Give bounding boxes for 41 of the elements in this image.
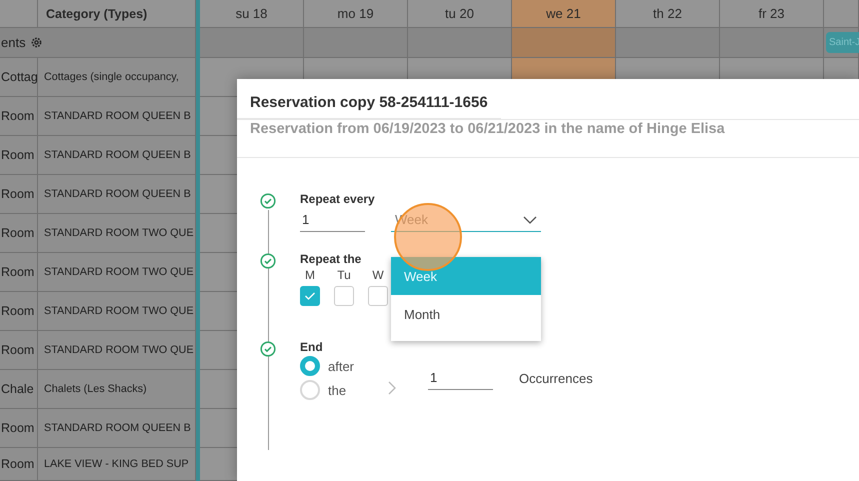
day-header: th 22 <box>616 0 720 28</box>
day-header: mo 19 <box>304 0 408 28</box>
column-header: Category (Types) <box>38 0 196 28</box>
table-cell: STANDARD ROOM QUEEN B <box>38 97 196 136</box>
step-label: End <box>300 340 324 354</box>
table-cell: STANDARD ROOM TWO QUE <box>38 292 196 331</box>
table-cell: STANDARD ROOM QUEEN B <box>38 175 196 214</box>
weekday-label: M <box>305 268 315 282</box>
radio-label: the <box>328 382 346 398</box>
day-header: tu 20 <box>408 0 512 28</box>
weekday-label: W <box>372 268 384 282</box>
table-cell: Cottages (single occupancy, <box>38 58 196 97</box>
day-header: su 18 <box>200 0 304 28</box>
day-header: we 21 <box>512 0 616 28</box>
step-label: Repeat the <box>300 252 362 266</box>
step-label: Repeat every <box>300 192 376 206</box>
table-cell: Room <box>0 214 38 253</box>
table-cell: Room <box>0 409 38 448</box>
table-cell: STANDARD ROOM QUEEN B <box>38 136 196 175</box>
day-header: fr 23 <box>720 0 824 28</box>
table-cell: Room <box>0 448 38 481</box>
table-cell: Room <box>0 97 38 136</box>
table-cell: Room <box>0 175 38 214</box>
table-cell: Room <box>0 292 38 331</box>
weekday-label: Tu <box>337 268 351 282</box>
table-cell: Chale <box>0 370 38 409</box>
table-cell: STANDARD ROOM TWO QUE <box>38 253 196 292</box>
group-label: ents <box>1 35 26 50</box>
table-cell: STANDARD ROOM TWO QUE <box>38 214 196 253</box>
table-cell: LAKE VIEW - KING BED SUP <box>38 448 196 481</box>
table-cell: Chalets (Les Shacks) <box>38 370 196 409</box>
dialog-title: Reservation copy 58-254111-1656 <box>237 78 501 119</box>
table-cell: Cottag <box>0 58 38 97</box>
table-cell: Room <box>0 331 38 370</box>
table-cell: STANDARD ROOM TWO QUE <box>38 331 196 370</box>
table-cell: STANDARD ROOM QUEEN B <box>38 409 196 448</box>
table-cell: Room <box>0 253 38 292</box>
radio-label: after <box>328 358 354 374</box>
table-cell: Room <box>0 136 38 175</box>
dialog-subtitle: Reservation from 06/19/2023 to 06/21/2023 in the name of Hinge Elisa <box>249 121 726 137</box>
occurrences-label: Occurrences <box>519 370 593 386</box>
